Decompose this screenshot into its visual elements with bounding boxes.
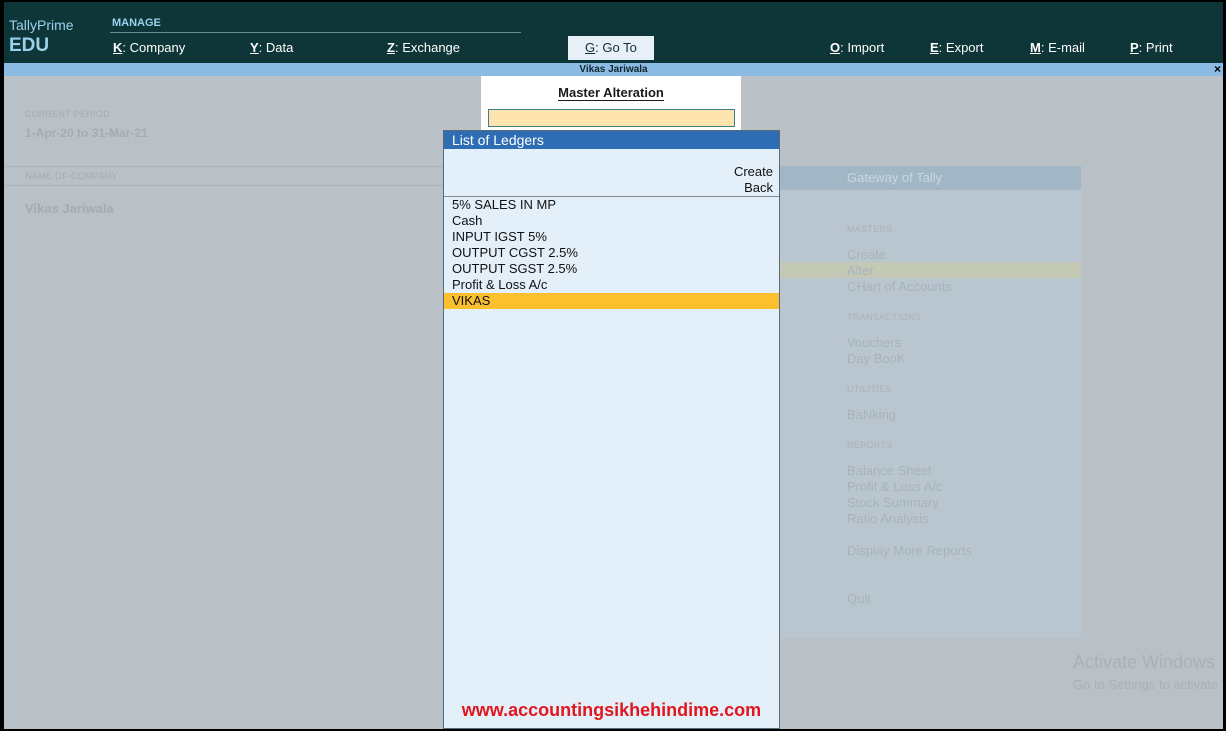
menu-data[interactable]: Y: Data [250,40,293,55]
menu-label: E-mail [1048,40,1085,55]
brand-name: TallyPrime [9,17,74,33]
master-alteration-dialog: Master Alteration [481,76,741,132]
menu-import[interactable]: O: Import [830,40,884,55]
menu-key: M [1030,40,1041,55]
gateway-title: Gateway of Tally [778,166,1081,190]
ledger-create-button[interactable]: Create [734,164,773,179]
ledger-item[interactable]: 5% SALES IN MP [444,197,779,213]
menu-exchange[interactable]: Z: Exchange [387,40,460,55]
close-icon[interactable]: × [1214,63,1221,76]
tally-window: TallyPrime EDU MANAGE K: Company Y: Data… [4,2,1223,729]
menu-key: K [113,40,123,55]
menu-label: Go To [602,40,637,55]
gateway-item-day-book[interactable]: Day BooK [847,351,906,366]
company-name-value[interactable]: Vikas Jariwala [25,201,114,216]
company-name-label: NAME OF COMPANY [25,171,118,181]
brand-edition: EDU [9,35,50,56]
gateway-panel: Gateway of Tally MASTERS Create Alter CH… [778,166,1081,638]
section-masters: MASTERS [847,224,893,234]
ledger-item[interactable]: INPUT IGST 5% [444,229,779,245]
master-alteration-title: Master Alteration [481,85,741,101]
manage-divider [110,32,521,33]
gateway-item-create[interactable]: Create [847,247,886,262]
gateway-item-quit[interactable]: Quit [847,591,871,606]
menu-label: Company [129,40,186,55]
menu-key: E [930,40,939,55]
menu-company[interactable]: K: Company [113,40,185,55]
gateway-item-ratio-analysis[interactable]: Ratio Analysis [847,511,929,526]
menu-key: Z [387,40,395,55]
section-reports: REPORTS [847,440,893,450]
ledger-item-selected[interactable]: VIKAS [444,293,779,309]
gateway-item-vouchers[interactable]: Vouchers [847,335,901,350]
current-period-label: CURRENT PERIOD [25,109,111,119]
ledger-item[interactable]: OUTPUT CGST 2.5% [444,245,779,261]
gateway-highlight [778,262,1081,278]
manage-label: MANAGE [112,17,161,29]
menu-label: Data [265,40,294,55]
ledger-back-button[interactable]: Back [744,180,773,195]
menu-label: Import [847,40,885,55]
menu-key: Y [250,40,259,55]
website-watermark: www.accountingsikhehindime.com [461,700,762,720]
divider [4,166,444,167]
ledger-item[interactable]: Cash [444,213,779,229]
menu-label: Exchange [402,40,461,55]
window-titlebar: Vikas Jariwala × [4,63,1223,76]
master-alteration-title-text: Master Alteration [558,85,664,101]
gateway-item-alter[interactable]: Alter [847,263,874,278]
menu-print[interactable]: P: Print [1130,40,1173,55]
gateway-item-balance-sheet[interactable]: Balance Sheet [847,463,932,478]
gateway-item-stock-summary[interactable]: Stock Summary [847,495,939,510]
menu-export[interactable]: E: Export [930,40,983,55]
menu-key: O [830,40,841,55]
master-alteration-input[interactable] [488,109,735,127]
menu-goto[interactable]: G: Go To [568,36,654,60]
ledger-list-title: List of Ledgers [444,131,779,149]
gateway-item-display-more-reports[interactable]: Display More Reports [847,543,972,558]
activate-windows-subtitle: Go to Settings to activate Windows. [1073,677,1223,692]
top-header: TallyPrime EDU MANAGE K: Company Y: Data… [4,2,1223,63]
menu-label: Export [945,40,984,55]
ledger-item[interactable]: OUTPUT SGST 2.5% [444,261,779,277]
section-utilities: UTILITIES [847,384,892,394]
ledger-list-panel: List of Ledgers Create Back 5% SALES IN … [443,130,780,729]
current-period-value: 1-Apr-20 to 31-Mar-21 [25,126,148,140]
menu-key: G [585,40,596,55]
gateway-item-chart-of-accounts[interactable]: CHart of Accounts [847,279,952,294]
ledger-item[interactable]: Profit & Loss A/c [444,277,779,293]
section-transactions: TRANSACTIONS [847,312,922,322]
menu-email[interactable]: M: E-mail [1030,40,1085,55]
gateway-item-banking[interactable]: BaNking [847,407,896,422]
divider [4,185,444,186]
window-title: Vikas Jariwala [579,64,648,75]
gateway-item-profit-loss[interactable]: Profit & Loss A/c [847,479,942,494]
menu-key: P [1130,40,1139,55]
activate-windows-title: Activate Windows [1073,652,1216,672]
menu-label: Print [1145,40,1173,55]
